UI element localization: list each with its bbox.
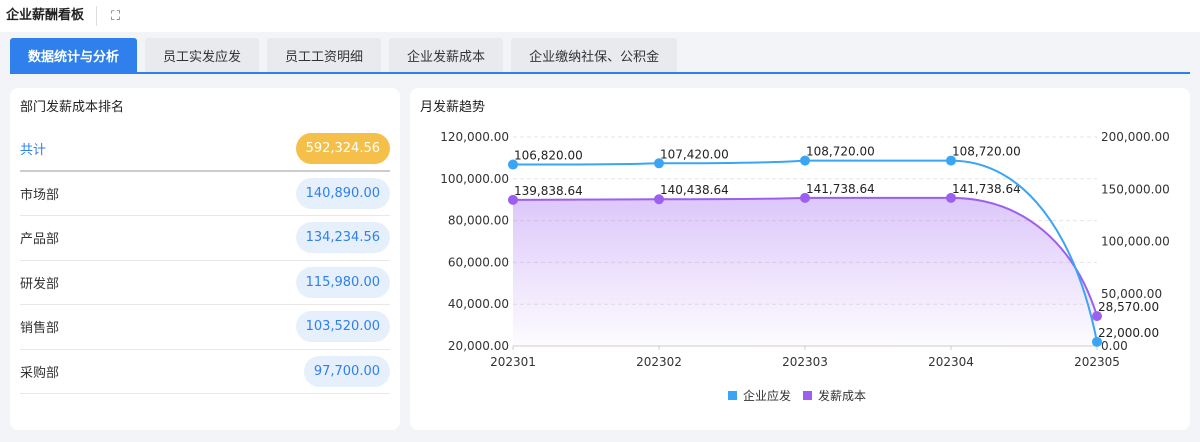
data-label: 140,438.64: [660, 183, 729, 197]
right-tick-label: 50,000.00: [1101, 287, 1162, 301]
x-tick-label: 202305: [1074, 355, 1120, 369]
legend-swatch[interactable]: [728, 391, 737, 400]
trend-panel: 月发薪趋势 20,000.00 40,000.00 60,000.00 80,000.…: [410, 88, 1190, 430]
left-tick-label: 100,000.00: [440, 172, 509, 186]
data-label: 108,720.00: [952, 145, 1021, 159]
series-area: [513, 197, 1097, 346]
right-tick-label: 200,000.00: [1101, 130, 1170, 144]
left-tick-label: 120,000.00: [440, 130, 509, 144]
x-tick-label: 202304: [928, 355, 974, 369]
tab-employee-pay[interactable]: 员工实发应发: [145, 38, 260, 72]
data-label: 108,720.00: [806, 145, 875, 159]
total-value: 592,324.56: [295, 132, 390, 164]
panel-title: 部门发薪成本排名: [20, 100, 125, 115]
tab-social-security[interactable]: 企业缴纳社保、公积金: [511, 38, 678, 72]
right-tick-label: 100,000.00: [1101, 235, 1170, 249]
tab-payroll-cost[interactable]: 企业发薪成本: [389, 38, 504, 72]
right-tick-label: 150,000.00: [1101, 182, 1170, 196]
total-row: 共计 592,324.56: [20, 127, 390, 172]
data-label: 28,570.00: [1098, 300, 1159, 314]
total-label: 共计: [20, 142, 47, 158]
dept-value: 134,234.56: [295, 222, 390, 254]
tab-salary-detail[interactable]: 员工工资明细: [267, 38, 382, 72]
left-tick-label: 20,000.00: [448, 339, 509, 353]
left-tick-label: 60,000.00: [448, 255, 509, 269]
trend-chart: 20,000.00 40,000.00 60,000.00 80,000.00 100,…: [440, 130, 1170, 403]
data-label: 139,838.64: [514, 184, 583, 198]
dept-row: 市场部 140,890.00: [20, 172, 390, 216]
dept-row: 采购部 97,700.00: [20, 350, 390, 394]
expand-icon[interactable]: ⛶: [111, 9, 120, 24]
x-tick-label: 202303: [782, 355, 828, 369]
data-label: 22,000.00: [1098, 326, 1159, 340]
dept-value: 97,700.00: [303, 355, 390, 387]
data-label: 106,820.00: [514, 149, 583, 163]
right-tick-label: 0.00: [1101, 339, 1128, 353]
data-label: 107,420.00: [660, 147, 729, 161]
dept-value: 103,520.00: [295, 311, 390, 343]
dept-row: 销售部 103,520.00: [20, 305, 390, 350]
legend-swatch[interactable]: [803, 391, 812, 400]
legend-label[interactable]: 企业应发: [743, 388, 791, 403]
legend-label[interactable]: 发薪成本: [818, 388, 866, 403]
x-tick-label: 202301: [490, 355, 536, 369]
left-tick-label: 40,000.00: [448, 297, 509, 311]
data-label: 141,738.64: [952, 182, 1021, 196]
dept-ranking-panel: 部门发薪成本排名 共计 592,324.56 市场部 140,890.00 产品部 1…: [10, 88, 400, 430]
data-label: 141,738.64: [806, 182, 875, 196]
dept-row: 产品部 134,234.56: [20, 216, 390, 261]
dept-value: 140,890.00: [295, 177, 390, 209]
dept-name: 研发部: [20, 276, 60, 292]
tab-stats[interactable]: 数据统计与分析: [10, 38, 138, 72]
dept-name: 销售部: [20, 321, 60, 337]
x-tick-label: 202302: [636, 355, 682, 369]
dept-name: 采购部: [20, 365, 60, 381]
dept-row: 研发部 115,980.00: [20, 261, 390, 305]
top-bar: 企业薪酬看板 ⛶: [0, 0, 1200, 32]
dept-name: 产品部: [20, 232, 60, 248]
dept-name: 市场部: [20, 187, 60, 203]
left-tick-label: 80,000.00: [448, 214, 509, 228]
dept-value: 115,980.00: [295, 266, 390, 298]
page-title: 企业薪酬看板: [6, 6, 98, 26]
tab-bar: 数据统计与分析 员工实发应发 员工工资明细 企业发薪成本 企业缴纳社保、公积金: [10, 38, 1190, 74]
